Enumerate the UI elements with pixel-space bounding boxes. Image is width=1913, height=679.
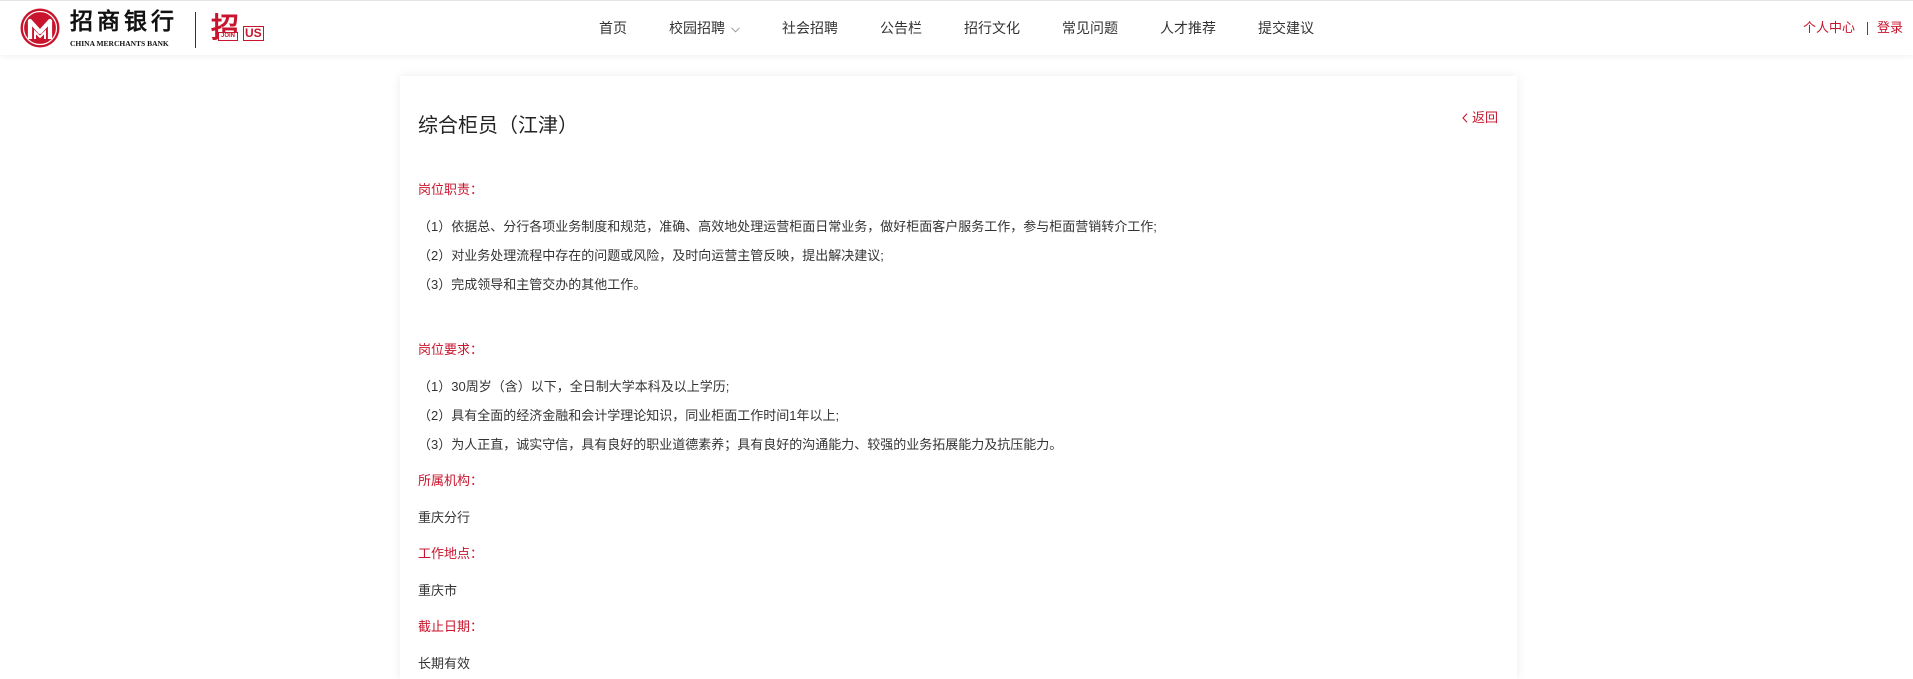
location-value: 重庆市 <box>418 582 458 598</box>
list-item: （3）为人正直，诚实守信，具有良好的职业道德素养；具有良好的沟通能力、较强的业务… <box>418 437 1063 452</box>
nav-item-home[interactable]: 首页 <box>599 18 627 38</box>
site-header: 招商银行 CHINA MERCHANTS BANK 招 JOIN US 首页 校… <box>0 0 1913 55</box>
chevron-left-icon <box>1462 113 1468 123</box>
list-item: （1）30周岁（含）以下，全日制大学本科及以上学历; <box>418 379 730 394</box>
responsibilities-label: 岗位职责： <box>418 182 484 197</box>
bank-logo[interactable]: 招商银行 CHINA MERCHANTS BANK 招 JOIN US <box>0 1 270 55</box>
organization-value: 重庆分行 <box>418 509 471 525</box>
nav-item-culture[interactable]: 招行文化 <box>964 18 1020 38</box>
nav-item-label: 校园招聘 <box>669 20 725 36</box>
nav-item-label: 社会招聘 <box>782 20 838 36</box>
organization-label: 所属机构： <box>418 473 484 488</box>
nav-item-faq[interactable]: 常见问题 <box>1062 18 1118 38</box>
back-label: 返回 <box>1471 110 1498 125</box>
nav-item-label: 提交建议 <box>1258 20 1314 36</box>
bank-name-cn: 招商银行 <box>70 8 178 35</box>
user-links: 个人中心 登录 <box>1803 1 1903 55</box>
deadline-value: 长期有效 <box>418 655 471 671</box>
bank-name-en: CHINA MERCHANTS BANK <box>70 39 169 48</box>
job-title: 综合柜员（江津） <box>418 115 578 137</box>
requirements-list: （1）30周岁（含）以下，全日制大学本科及以上学历; （2）具有全面的经济金融和… <box>418 372 1498 459</box>
nav-item-label: 招行文化 <box>964 20 1020 36</box>
join-us-logo: 招 JOIN US <box>211 13 264 45</box>
deadline-label: 截止日期： <box>418 619 484 634</box>
nav-item-announcements[interactable]: 公告栏 <box>880 18 922 38</box>
job-detail-card: 综合柜员（江津） 返回 岗位职责： （1）依据总、分行各项业务制度和规范，准确、… <box>400 76 1517 679</box>
chevron-down-icon <box>731 27 740 33</box>
logo-divider <box>195 12 196 48</box>
location-label: 工作地点： <box>418 546 484 561</box>
nav-item-label: 首页 <box>599 20 627 36</box>
login-link[interactable]: 登录 <box>1877 19 1903 37</box>
nav-item-feedback[interactable]: 提交建议 <box>1258 18 1314 38</box>
list-item: （3）完成领导和主管交办的其他工作。 <box>418 277 647 292</box>
nav-item-referral[interactable]: 人才推荐 <box>1160 18 1216 38</box>
list-item: （1）依据总、分行各项业务制度和规范，准确、高效地处理运营柜面日常业务，做好柜面… <box>418 219 1157 234</box>
nav-item-label: 常见问题 <box>1062 20 1118 36</box>
main-nav: 首页 校园招聘 社会招聘 公告栏 招行文化 常见问题 人才推荐 提交建议 <box>599 1 1314 55</box>
nav-item-social-recruitment[interactable]: 社会招聘 <box>782 18 838 38</box>
responsibilities-list: （1）依据总、分行各项业务制度和规范，准确、高效地处理运营柜面日常业务，做好柜面… <box>418 212 1498 299</box>
list-item: （2）对业务处理流程中存在的问题或风险，及时向运营主管反映，提出解决建议; <box>418 248 884 263</box>
join-us-logo-us: US <box>243 26 264 41</box>
requirements-label: 岗位要求： <box>418 342 484 357</box>
user-links-divider <box>1866 21 1868 35</box>
join-us-logo-join: JOIN <box>218 32 239 41</box>
nav-item-label: 人才推荐 <box>1160 20 1216 36</box>
nav-item-campus-recruitment[interactable]: 校园招聘 <box>669 18 740 38</box>
cmb-logo-icon <box>20 8 60 48</box>
profile-link[interactable]: 个人中心 <box>1803 19 1855 37</box>
list-item: （2）具有全面的经济金融和会计学理论知识，同业柜面工作时间1年以上; <box>418 408 840 423</box>
nav-item-label: 公告栏 <box>880 20 922 36</box>
back-link[interactable]: 返回 <box>1462 110 1498 126</box>
